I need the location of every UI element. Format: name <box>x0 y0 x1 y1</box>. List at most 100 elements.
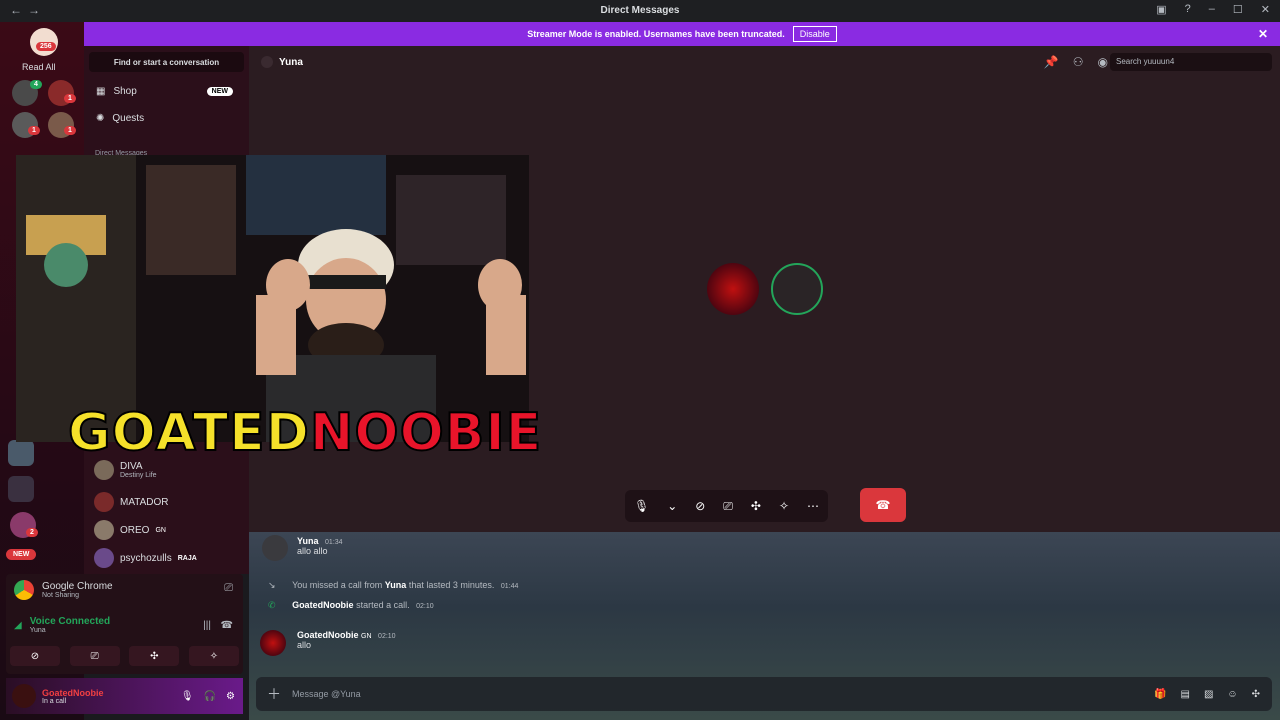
camera-off-icon[interactable]: ⊘ <box>695 499 705 513</box>
server-badge: 1 <box>64 126 76 135</box>
logo-part-1: GOATED <box>67 402 310 464</box>
participant-avatar[interactable] <box>707 263 759 315</box>
server-badge: 1 <box>28 126 40 135</box>
more-icon[interactable]: ⋯ <box>807 499 819 513</box>
minimize-icon[interactable]: – <box>1209 3 1215 16</box>
quests-label: Quests <box>112 113 145 124</box>
system-message: ↘ You missed a call from Yuna that laste… <box>268 580 518 591</box>
server-icon[interactable] <box>8 476 34 502</box>
server-badge: 2 <box>26 528 38 537</box>
share-screen-icon[interactable]: ⎚ <box>224 582 233 595</box>
system-name[interactable]: Yuna <box>385 580 407 590</box>
streamer-logo: GOATED NOOBIE <box>67 398 542 468</box>
conversation-header: Yuna <box>261 56 303 68</box>
message-author[interactable]: GoatedNoobie <box>292 600 354 610</box>
apps-icon[interactable]: ✣ <box>1252 689 1260 700</box>
soundboard-icon[interactable]: ✧ <box>188 646 239 666</box>
window-controls[interactable]: ▣ ? – ☐ ✕ <box>1156 3 1270 16</box>
message-author[interactable]: Yuna <box>297 536 319 546</box>
server-badge: 1 <box>64 94 76 103</box>
noise-suppression-icon[interactable]: ||| <box>203 620 211 631</box>
dm-item[interactable]: psychozulls RAJA <box>94 548 197 568</box>
add-friend-icon[interactable]: ⚇ <box>1073 55 1084 69</box>
signal-icon: ◢ <box>14 619 22 631</box>
settings-gear-icon[interactable]: ⚙ <box>226 691 235 702</box>
soundboard-icon[interactable]: ✧ <box>779 499 789 513</box>
call-icon: ✆ <box>268 600 276 610</box>
share-screen-icon[interactable]: ⎚ <box>723 499 733 514</box>
title-bar: ←→ Direct Messages ▣ ? – ☐ ✕ <box>0 0 1280 22</box>
app-name: Google Chrome <box>42 581 113 592</box>
system-suffix: that lasted 3 minutes. <box>408 580 495 590</box>
unread-badge: 256 <box>36 42 56 51</box>
message-time: 01:44 <box>500 583 519 590</box>
message-time: 02:10 <box>416 603 434 610</box>
profile-icon[interactable]: ◉ <box>1098 55 1108 69</box>
message-author[interactable]: GoatedNoobie <box>297 630 359 640</box>
voice-channel[interactable]: Yuna <box>30 627 110 634</box>
participant-avatar-speaking[interactable] <box>771 263 823 315</box>
server-icon[interactable] <box>8 440 34 466</box>
voice-status[interactable]: Voice Connected <box>30 616 110 627</box>
window-title: Direct Messages <box>600 5 680 16</box>
guild-tag: GN <box>155 526 166 534</box>
logo-part-2: NOOBIE <box>309 402 543 464</box>
voice-connected-row: ◢ Voice Connected Yuna <box>14 616 110 634</box>
voice-panel: Google Chrome Not Sharing ⎚ ◢ Voice Conn… <box>6 574 243 674</box>
gif-icon[interactable]: ▤ <box>1180 689 1189 700</box>
upload-plus-icon[interactable]: ＋ <box>256 684 292 704</box>
sidebar-item-shop[interactable]: ▦ Shop NEW <box>84 78 249 105</box>
message-composer[interactable]: ＋ Message @Yuna 🎁 ▤ ▨ ☺ ✣ <box>256 677 1272 711</box>
disconnect-button[interactable]: ☎ <box>860 488 906 522</box>
close-icon[interactable]: ✕ <box>1258 27 1268 41</box>
dm-name: MATADOR <box>120 496 169 508</box>
message-text: allo <box>297 640 312 650</box>
share-screen-icon[interactable]: ⎚ <box>69 646 120 666</box>
avatar <box>261 56 273 68</box>
inbox-icon[interactable]: ▣ <box>1156 3 1166 16</box>
system-suffix: started a call. <box>356 600 410 610</box>
user-name[interactable]: GoatedNoobie <box>42 688 104 698</box>
activities-icon[interactable]: ✣ <box>129 646 180 666</box>
guild-tag: RAJA <box>177 554 197 562</box>
dm-name: psychozulls <box>120 552 172 564</box>
search-input[interactable]: Search yuuuun4 <box>1110 53 1272 71</box>
message-time: 01:34 <box>325 539 343 546</box>
disconnect-icon[interactable]: ☎ <box>221 620 233 631</box>
user-status: In a call <box>42 697 67 705</box>
app-share-row: Google Chrome Not Sharing <box>14 580 113 600</box>
sticker-icon[interactable]: ▨ <box>1204 689 1213 700</box>
microphone-icon[interactable]: 🎙 <box>181 691 194 702</box>
message-input[interactable]: Message @Yuna <box>292 689 361 699</box>
help-icon[interactable]: ? <box>1185 3 1191 16</box>
dm-item[interactable]: OREO GN <box>94 520 166 540</box>
dm-status: Destiny Life <box>120 472 157 479</box>
pin-icon[interactable]: 📌 <box>1044 55 1059 69</box>
quests-icon: ✺ <box>96 113 105 124</box>
shop-icon: ▦ <box>96 86 106 97</box>
avatar <box>262 535 288 561</box>
call-controls: 🎙 ⌄ ⊘ ⎚ ✣ ✧ ⋯ <box>625 490 828 522</box>
activities-icon[interactable]: ✣ <box>751 499 761 513</box>
close-window-icon[interactable]: ✕ <box>1261 3 1270 16</box>
chevron-down-icon[interactable]: ⌄ <box>667 499 677 513</box>
message-time: 02:10 <box>378 633 396 640</box>
voice-buttons: ⊘ ⎚ ✣ ✧ <box>10 646 239 666</box>
emoji-icon[interactable]: ☺ <box>1227 689 1237 700</box>
conversation-name: Yuna <box>279 56 303 68</box>
avatar[interactable] <box>12 684 36 708</box>
chrome-icon <box>14 580 34 600</box>
dm-item[interactable]: MATADOR <box>94 492 169 512</box>
sidebar-item-quests[interactable]: ✺ Quests <box>84 105 249 132</box>
gift-icon[interactable]: 🎁 <box>1154 689 1166 700</box>
system-text: You missed a call from <box>292 580 383 590</box>
find-conversation-button[interactable]: Find or start a conversation <box>89 52 244 72</box>
message: Yuna 01:34 allo allo <box>297 536 343 556</box>
read-all-button[interactable]: Read All <box>22 62 56 72</box>
disable-button[interactable]: Disable <box>792 26 837 42</box>
camera-off-icon[interactable]: ⊘ <box>10 646 60 666</box>
system-message: ✆ GoatedNoobie started a call. 02:10 <box>268 600 434 611</box>
maximize-icon[interactable]: ☐ <box>1233 3 1243 16</box>
microphone-icon[interactable]: 🎙 <box>634 499 649 513</box>
headphones-icon[interactable]: 🎧 <box>204 691 216 702</box>
